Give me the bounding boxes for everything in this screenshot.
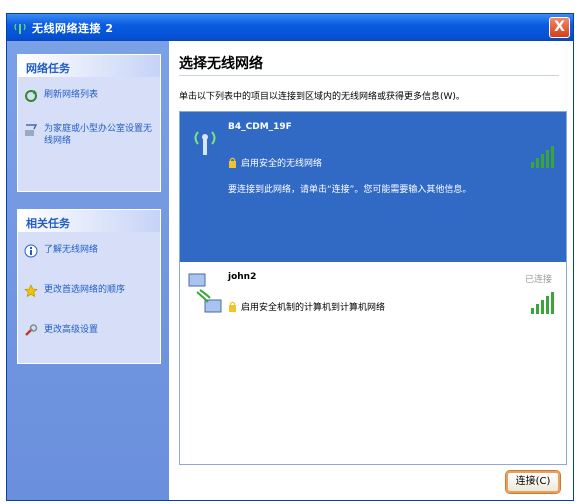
- task-label: 刷新网络列表: [44, 90, 99, 100]
- wireless-network-icon: [14, 23, 26, 34]
- network-item-selected[interactable]: B4_CDM_19F 启用安全的无线网络 要连接到此网络，请单击“连接”。您可能…: [180, 112, 566, 262]
- wizard-icon: [25, 124, 38, 136]
- window-title: 无线网络连接 2: [32, 21, 114, 35]
- network-item[interactable]: john2 已连接 启用安全机制的计算机到计算机网络: [180, 262, 566, 322]
- connect-button[interactable]: 连接(C): [506, 471, 560, 493]
- star-icon: [24, 284, 38, 298]
- task-change-advanced-settings[interactable]: 更改高级设置: [18, 318, 160, 342]
- connection-status: 已连接: [524, 275, 552, 285]
- related-tasks-panel: 相关任务 了解无线网络 更改首选网络的顺序 更改高级设置: [17, 209, 161, 364]
- network-ssid: B4_CDM_19F: [228, 122, 292, 132]
- wireless-antenna-icon: [194, 131, 216, 155]
- security-label: 启用安全的无线网络: [241, 159, 323, 169]
- security-status: 启用安全机制的计算机到计算机网络: [228, 300, 385, 313]
- page-title: 选择无线网络: [179, 56, 263, 72]
- info-icon: [24, 244, 38, 258]
- lock-icon: [229, 301, 236, 312]
- title-bar[interactable]: 无线网络连接 2 X: [7, 14, 573, 41]
- network-list[interactable]: B4_CDM_19F 启用安全的无线网络 要连接到此网络，请单击“连接”。您可能…: [179, 111, 567, 465]
- lock-icon: [229, 157, 236, 168]
- signal-strength-icon: [531, 146, 554, 168]
- instruction-text: 单击以下列表中的项目以连接到区域内的无线网络或获得更多信息(W)。: [179, 92, 465, 102]
- task-label: 为家庭或小型办公室设置无线网络: [44, 124, 153, 146]
- computer-to-computer-icon: [188, 273, 222, 313]
- close-button[interactable]: X: [549, 17, 570, 38]
- task-setup-wireless-network[interactable]: 为家庭或小型办公室设置无线网络: [18, 117, 160, 151]
- related-tasks-heading: 相关任务: [18, 210, 160, 232]
- settings-icon: [25, 324, 38, 336]
- connect-hint: 要连接到此网络，请单击“连接”。您可能需要输入其他信息。: [228, 185, 472, 195]
- network-tasks-panel: 网络任务 刷新网络列表 为家庭或小型办公室设置无线网络: [17, 54, 161, 192]
- task-change-preferred-order[interactable]: 更改首选网络的顺序: [18, 278, 160, 302]
- signal-strength-icon: [531, 292, 554, 314]
- main-pane: 选择无线网络 单击以下列表中的项目以连接到区域内的无线网络或获得更多信息(W)。…: [169, 41, 573, 500]
- wireless-connection-window: 无线网络连接 2 X 网络任务 刷新网络列表 为家庭或小型办公室设置无线网络 相…: [6, 13, 574, 501]
- task-label: 了解无线网络: [44, 245, 99, 255]
- task-pane: 网络任务 刷新网络列表 为家庭或小型办公室设置无线网络 相关任务 了解无线网络 …: [7, 41, 169, 500]
- refresh-icon: [25, 90, 37, 102]
- security-label: 启用安全机制的计算机到计算机网络: [241, 303, 386, 313]
- task-label: 更改高级设置: [44, 325, 99, 335]
- heading-divider: [179, 75, 559, 76]
- task-refresh-network-list[interactable]: 刷新网络列表: [18, 83, 160, 107]
- security-status: 启用安全的无线网络: [228, 156, 322, 169]
- task-learn-wireless[interactable]: 了解无线网络: [18, 238, 160, 262]
- network-ssid: john2: [228, 272, 257, 282]
- task-label: 更改首选网络的顺序: [44, 285, 126, 295]
- network-tasks-heading: 网络任务: [18, 55, 160, 77]
